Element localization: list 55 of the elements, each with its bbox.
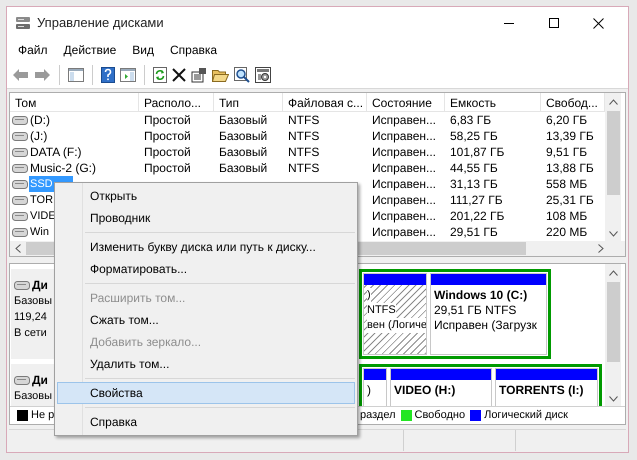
disk-info: Базовы [14,294,52,309]
table-cell-text: Исправен... [372,144,436,161]
legend-label: Логический диск [484,408,568,424]
partition-title: VIDEO (H:) [394,383,456,398]
legend-label: раздел [360,408,396,424]
table-cell-text: 101,87 ГБ [450,144,504,161]
table-cell-text: Простой [144,112,191,129]
partition-info: ) [367,383,371,398]
table-cell-text: Исправен... [372,128,436,145]
table-cell-text: Базовый [219,112,268,129]
table-cell-text: 220 МБ [546,224,588,241]
table-cell-text: Базовый [219,144,268,161]
table-cell-text: Исправен... [372,176,436,193]
table-cell-text: Исправен... [372,192,436,209]
table-cell-text: Исправен... [372,208,436,225]
table-cell-text: NTFS [288,160,320,177]
table-cell-text: 558 МБ [546,176,588,193]
table-cell-text: Простой [144,128,191,145]
partition-info: ) [367,288,371,303]
partition-info: Исправен (Загрузк [434,318,537,333]
table-cell-text: 31,13 ГБ [450,176,498,193]
table-cell-text: 108 МБ [546,208,588,225]
disk-info: Базовы [14,389,52,404]
disk-info: В сети [14,326,47,341]
legend-label: Не р [31,408,54,424]
table-cell-text: 58,25 ГБ [450,128,498,145]
table-cell-text: 111,27 ГБ [450,192,503,209]
legend-label: Свободно [414,408,466,424]
table-cell-text: 6,20 ГБ [546,112,588,129]
partition-title: TORRENTS (I:) [499,383,584,398]
disk-name: Ди [32,277,48,294]
table-cell-text: 25,31 ГБ [546,192,594,209]
table-cell-text: 13,88 ГБ [546,160,594,177]
table-cell-text: 44,55 ГБ [450,160,498,177]
table-cell-text: 13,39 ГБ [546,128,594,145]
table-cell-text: NTFS [288,128,320,145]
partition-info: 29,51 ГБ NTFS [434,303,516,318]
table-cell-text: Исправен... [372,112,436,129]
table-cell-text: NTFS [288,112,320,129]
table-cell-text: 6,83 ГБ [450,112,492,129]
table-cell-text: 29,51 ГБ [450,224,498,241]
partition-info: NTFS [367,303,396,318]
table-cell-text: NTFS [288,144,320,161]
disk-info: 119,24 [14,310,47,325]
partition-title: Windows 10 (C:) [434,288,528,303]
disk-name: Ди [32,372,48,389]
table-cell-text: Простой [144,144,191,161]
table-cell-text: Базовый [219,160,268,177]
table-cell-text: Простой [144,160,191,177]
table-cell-text: 201,22 ГБ [450,208,504,225]
window-title: Управление дисками [37,14,164,32]
table-cell-text: 9,51 ГБ [546,144,588,161]
table-cell-text: Исправен... [372,160,436,177]
table-cell-text: Исправен... [372,224,436,241]
table-cell-text: Базовый [219,128,268,145]
